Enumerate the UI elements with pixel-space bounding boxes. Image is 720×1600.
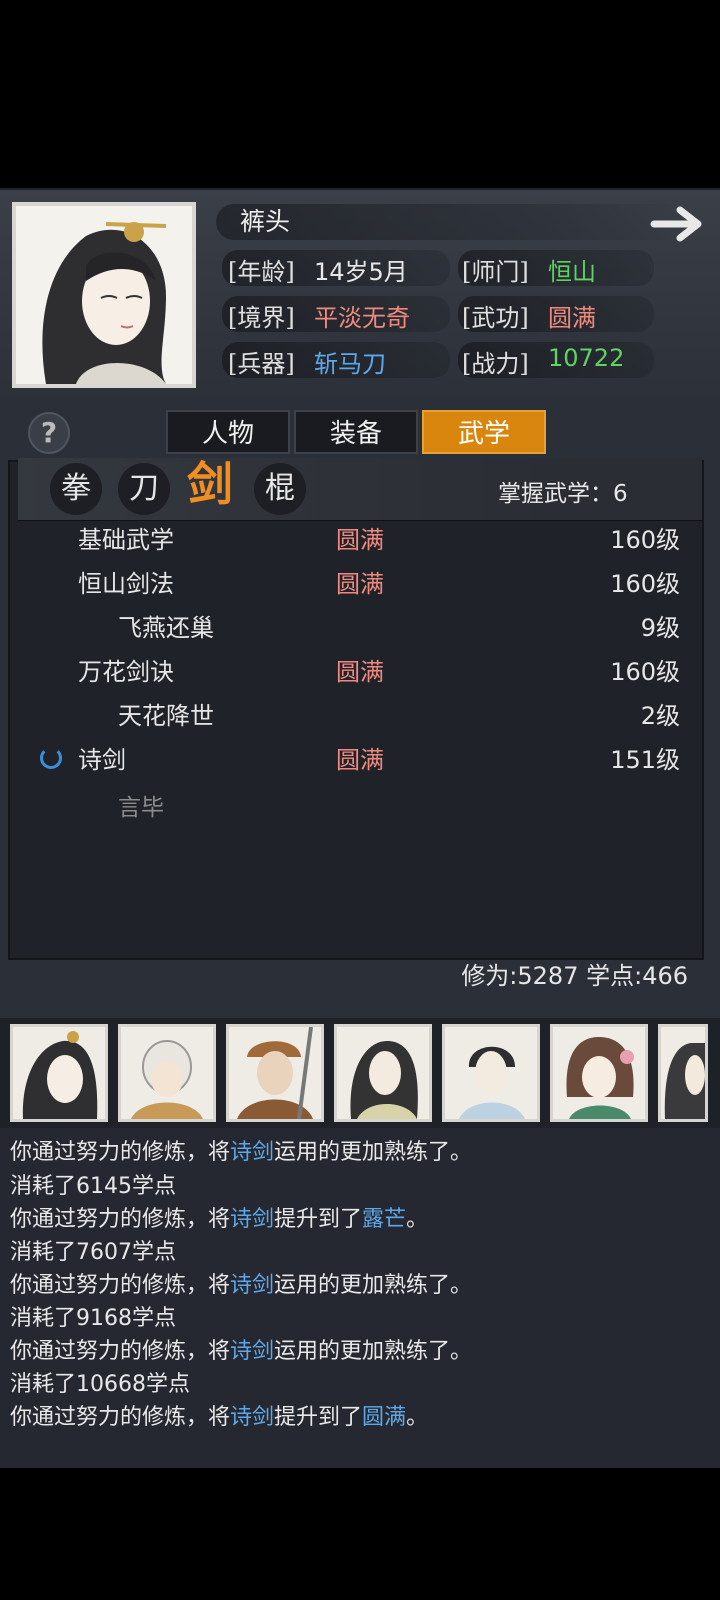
skill-name: 基础武学 — [78, 526, 174, 554]
age-label: [年龄] — [228, 258, 295, 286]
mastered-count: 掌握武学：6 — [498, 481, 628, 507]
age-value: 14岁5月 — [314, 258, 408, 286]
category-staff[interactable]: 棍 — [254, 463, 306, 515]
skill-status: 圆满 — [336, 658, 384, 686]
log-line: 消耗了10668学点 — [10, 1372, 190, 1397]
skill-status: 圆满 — [336, 526, 384, 554]
log-line: 消耗了7607学点 — [10, 1240, 176, 1265]
party-member-avatar[interactable] — [334, 1024, 432, 1122]
power-value: 10722 — [548, 344, 625, 372]
martial-label: [武功] — [462, 304, 529, 332]
category-fist[interactable]: 拳 — [50, 463, 102, 515]
skill-row-sub[interactable]: 飞燕还巢 9级 — [40, 606, 680, 650]
realm-label: [境界] — [228, 304, 295, 332]
skill-name: 诗剑 — [78, 746, 126, 774]
cultivation-stats: 修为:5287 学点:466 — [461, 962, 688, 990]
party-member-avatar[interactable] — [10, 1024, 108, 1122]
party-member-avatar[interactable] — [226, 1024, 324, 1122]
log-line: 你通过努力的修炼，将诗剑运用的更加熟练了。 — [10, 1273, 473, 1298]
skill-name: 天花降世 — [118, 702, 214, 730]
character-portrait[interactable] — [12, 202, 196, 388]
party-member-avatar[interactable] — [442, 1024, 540, 1122]
log-line: 你通过努力的修炼，将诗剑运用的更加熟练了。 — [10, 1339, 473, 1364]
skill-row[interactable]: 恒山剑法 圆满 160级 — [40, 562, 680, 606]
tab-character[interactable]: 人物 — [166, 410, 290, 454]
skill-status: 圆满 — [336, 746, 384, 774]
log-line: 消耗了9168学点 — [10, 1306, 176, 1331]
skill-row[interactable]: 万花剑诀 圆满 160级 — [40, 650, 680, 694]
log-line: 你通过努力的修炼，将诗剑提升到了露芒。 — [10, 1207, 429, 1232]
party-member-avatar[interactable] — [658, 1024, 708, 1122]
martial-value: 圆满 — [548, 304, 596, 332]
party-member-avatar[interactable] — [550, 1024, 648, 1122]
training-log: 你通过努力的修炼，将诗剑运用的更加熟练了。 消耗了6145学点 你通过努力的修炼… — [0, 1128, 720, 1468]
sect-label: [师门] — [462, 258, 529, 286]
category-blade[interactable]: 刀 — [118, 463, 170, 515]
skill-row[interactable]: 诗剑 圆满 151级 — [40, 738, 680, 782]
category-sword[interactable]: 剑 — [184, 458, 236, 510]
character-name: 裤头 — [240, 207, 291, 236]
weapon-value[interactable]: 斩马刀 — [314, 344, 386, 379]
skill-level: 160级 — [610, 570, 680, 598]
next-arrow-icon[interactable] — [648, 202, 708, 246]
skill-name: 飞燕还巢 — [118, 614, 214, 642]
realm-value: 平淡无奇 — [314, 304, 410, 332]
tab-equipment[interactable]: 装备 — [294, 410, 418, 454]
skill-row[interactable]: 基础武学 圆满 160级 — [40, 518, 680, 562]
tab-martial-arts[interactable]: 武学 — [422, 410, 546, 454]
martial-arts-panel: ? 人物 装备 武学 拳 刀 剑 棍 掌握武学：6 基础武学 圆满 160级 恒… — [0, 398, 720, 1018]
log-line: 消耗了6145学点 — [10, 1174, 176, 1199]
skill-name: 恒山剑法 — [78, 570, 174, 598]
sect-value: 恒山 — [548, 258, 596, 286]
skill-level: 9级 — [640, 614, 680, 642]
power-label: [战力] — [462, 350, 529, 378]
party-member-avatar[interactable] — [118, 1024, 216, 1122]
character-header: 裤头 [年龄] 14岁5月 [师门] 恒山 [境界] 平淡无奇 [武功] 圆满 … — [0, 188, 720, 400]
log-line: 你通过努力的修炼，将诗剑运用的更加熟练了。 — [10, 1140, 473, 1165]
skill-status: 圆满 — [336, 570, 384, 598]
party-bar — [0, 1018, 720, 1128]
skill-level: 151级 — [610, 746, 680, 774]
skill-level: 2级 — [640, 702, 680, 730]
skill-level: 160级 — [610, 526, 680, 554]
skill-level: 160级 — [610, 658, 680, 686]
category-bar: 拳 刀 剑 棍 掌握武学：6 — [18, 458, 702, 521]
log-line: 你通过努力的修炼，将诗剑提升到了圆满。 — [10, 1405, 429, 1430]
weapon-label: [兵器] — [228, 350, 295, 378]
skill-row-sub[interactable]: 天花降世 2级 — [40, 694, 680, 738]
help-icon[interactable]: ? — [28, 412, 70, 454]
skill-name: 万花剑诀 — [78, 658, 174, 686]
closing-text: 言毕 — [118, 795, 164, 821]
